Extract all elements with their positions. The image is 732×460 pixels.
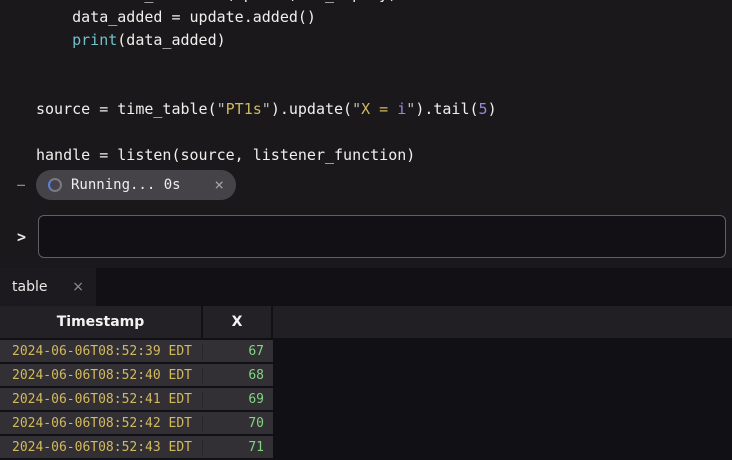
code-line: data_added = update.added()	[36, 6, 497, 29]
header-filler	[273, 306, 732, 338]
x-value-cell[interactable]: 67	[203, 344, 272, 359]
code-line	[36, 52, 497, 75]
table-row[interactable]: 2024-06-06T08:52:43 EDT71	[0, 436, 273, 458]
close-tab-icon[interactable]: ×	[72, 280, 84, 294]
timestamp-cell[interactable]: 2024-06-06T08:52:42 EDT	[0, 416, 203, 431]
spinner-icon	[48, 178, 62, 192]
timestamp-cell[interactable]: 2024-06-06T08:52:39 EDT	[0, 344, 203, 359]
code-line: source = time_table("PT1s").update("X = …	[36, 98, 497, 121]
table-row[interactable]: 2024-06-06T08:52:41 EDT69	[0, 388, 273, 410]
code-line	[36, 75, 497, 98]
panel-tab-bar: table ×	[0, 268, 732, 306]
column-header-x[interactable]: X	[203, 306, 273, 338]
code-lines: def listener_function(update, is_replay)…	[36, 0, 497, 167]
x-value-cell[interactable]: 71	[203, 440, 272, 455]
running-status-badge: Running... 0s ×	[36, 170, 236, 200]
table-row[interactable]: 2024-06-06T08:52:42 EDT70	[0, 412, 273, 434]
table-row[interactable]: 2024-06-06T08:52:40 EDT68	[0, 364, 273, 386]
fold-collapse-marker[interactable]: −	[13, 176, 29, 194]
console-input[interactable]	[38, 215, 726, 258]
timestamp-cell[interactable]: 2024-06-06T08:52:41 EDT	[0, 392, 203, 407]
code-line	[36, 121, 497, 144]
x-value-cell[interactable]: 70	[203, 416, 272, 431]
console-prompt: >	[17, 228, 26, 246]
x-value-cell[interactable]: 68	[203, 368, 272, 383]
ide-window: def listener_function(update, is_replay)…	[0, 0, 732, 460]
code-line: handle = listen(source, listener_functio…	[36, 144, 497, 167]
running-label: Running... 0s	[71, 177, 181, 193]
table-grid: Timestamp X 2024-06-06T08:52:39 EDT67202…	[0, 306, 732, 460]
x-value-cell[interactable]: 69	[203, 392, 272, 407]
code-editor[interactable]: def listener_function(update, is_replay)…	[0, 0, 732, 210]
table-row[interactable]: 2024-06-06T08:52:39 EDT67	[0, 340, 273, 362]
cancel-run-icon[interactable]: ×	[214, 177, 224, 193]
tab-label: table	[12, 279, 47, 295]
column-header-timestamp[interactable]: Timestamp	[0, 306, 203, 338]
timestamp-cell[interactable]: 2024-06-06T08:52:43 EDT	[0, 440, 203, 455]
table-header: Timestamp X	[0, 306, 732, 338]
tab-table[interactable]: table ×	[0, 268, 96, 306]
code-line: print(data_added)	[36, 29, 497, 52]
timestamp-cell[interactable]: 2024-06-06T08:52:40 EDT	[0, 368, 203, 383]
table-rows: 2024-06-06T08:52:39 EDT672024-06-06T08:5…	[0, 340, 273, 460]
